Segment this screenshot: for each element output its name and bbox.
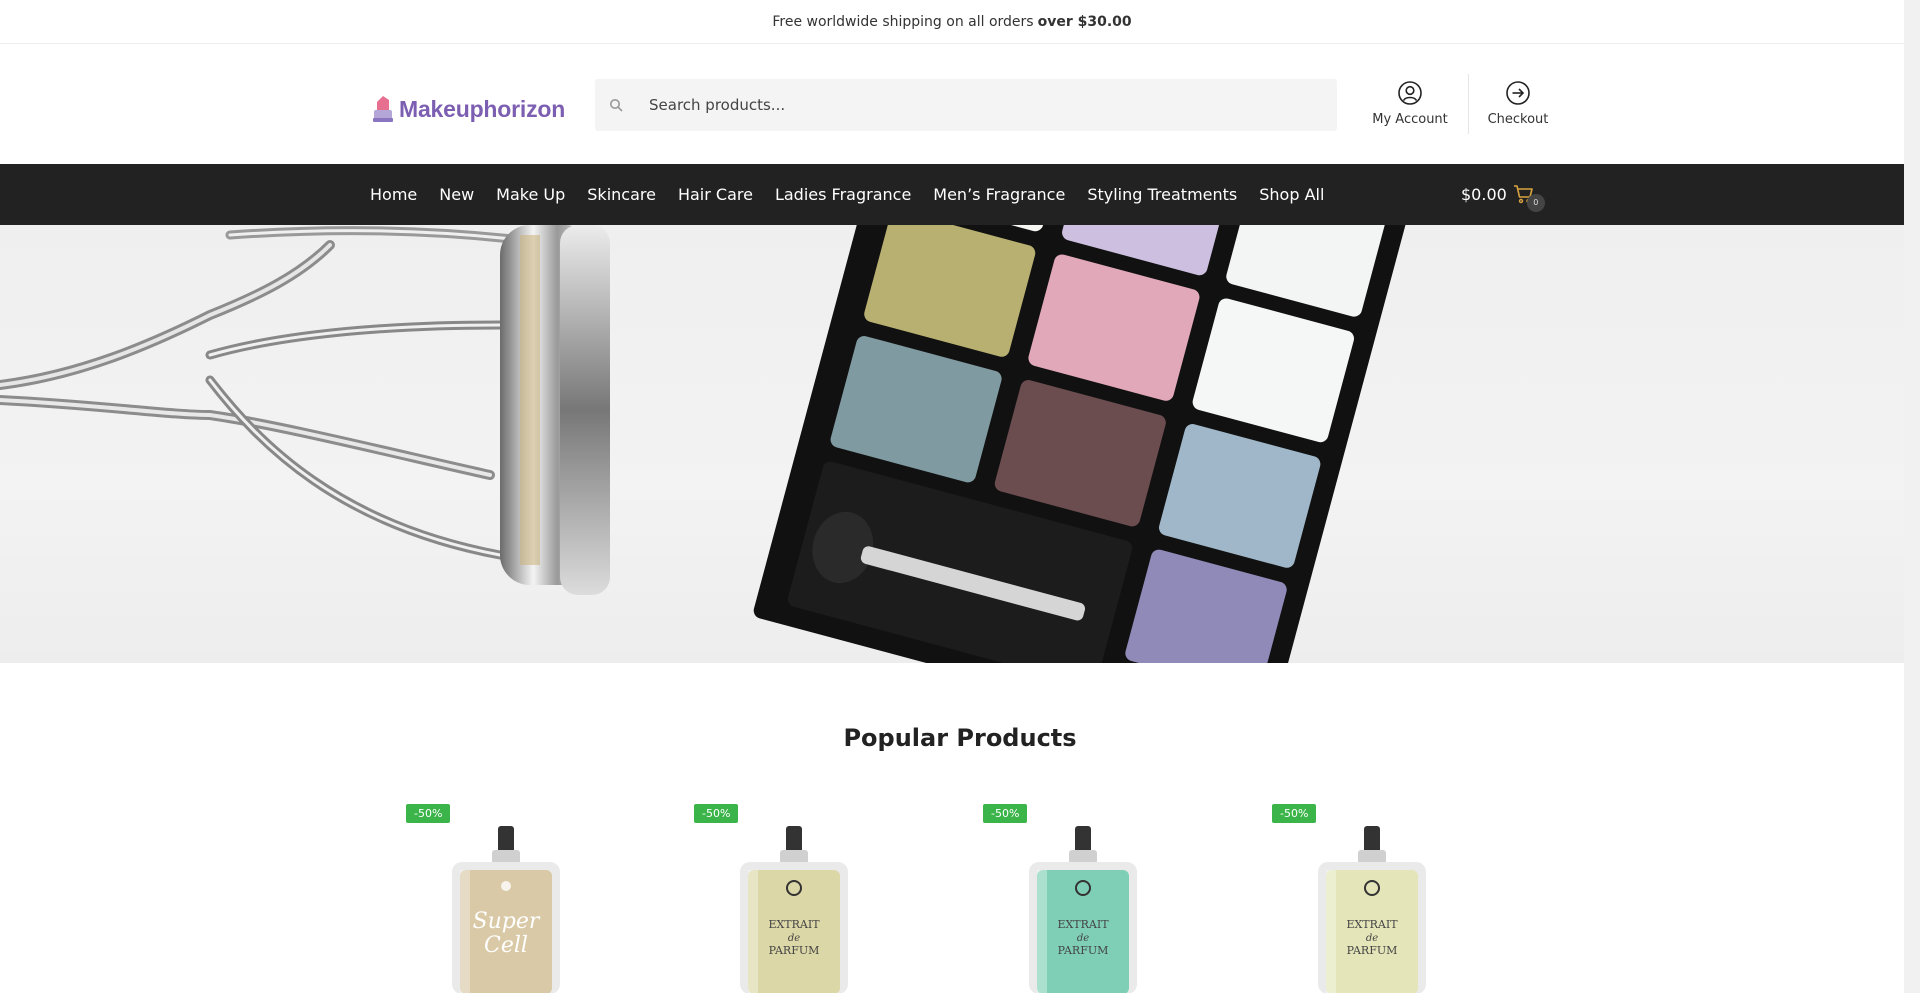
nav-item-new[interactable]: New [439, 185, 474, 204]
product-card[interactable]: -50% EXTRAIT de PARFUM [1272, 804, 1462, 993]
lipstick-logo-icon [373, 96, 393, 122]
site-logo[interactable]: Makeuphorizon [370, 94, 565, 124]
my-account-link[interactable]: My Account [1364, 80, 1456, 127]
svg-text:de: de [1077, 933, 1089, 944]
perfume-bottle-image: EXTRAIT de PARFUM [740, 826, 848, 993]
nav-item-skincare[interactable]: Skincare [587, 185, 656, 204]
svg-text:Cell: Cell [484, 933, 528, 958]
svg-text:PARFUM: PARFUM [1058, 944, 1109, 957]
logo-text: Makeuphorizon [399, 95, 566, 122]
perfume-bottle-image: Super Cell [452, 826, 560, 993]
announcement-bold-text: over $30.00 [1037, 13, 1132, 30]
eyelash-curler [0, 226, 565, 560]
product-card[interactable]: -50% EXTRAIT de PARFUM [983, 804, 1173, 993]
nav-item-mens-fragrance[interactable]: Men’s Fragrance [933, 185, 1065, 204]
bottle-label: Super [473, 909, 541, 934]
bottle-label: EXTRAIT [768, 918, 820, 931]
product-grid: -50% Super Cell -50% EXTRAIT de PARFUM -… [406, 804, 1506, 993]
announcement-bar: Free worldwide shipping on all orders ov… [0, 0, 1904, 44]
nav-menu: Home New Make Up Skincare Hair Care Ladi… [370, 164, 1346, 225]
page-scrollbar[interactable] [1904, 0, 1920, 993]
sale-badge: -50% [1272, 804, 1317, 823]
cart-count-badge: 0 [1526, 193, 1545, 212]
bottle-label: EXTRAIT [1346, 918, 1398, 931]
nav-item-shop-all[interactable]: Shop All [1259, 185, 1324, 204]
announcement-text: Free worldwide shipping on all orders [772, 13, 1034, 30]
section-title: Popular Products [843, 724, 1077, 752]
nav-item-home[interactable]: Home [370, 185, 417, 204]
product-card[interactable]: -50% Super Cell [406, 804, 596, 993]
search-bar[interactable] [595, 79, 1337, 131]
eyeshadow-palette [753, 225, 1413, 663]
svg-text:de: de [788, 933, 800, 944]
search-icon [609, 98, 649, 112]
page: Free worldwide shipping on all orders ov… [0, 0, 1920, 993]
header-divider [1468, 74, 1469, 134]
checkout-link[interactable]: Checkout [1472, 80, 1564, 127]
bottle-label: EXTRAIT [1057, 918, 1109, 931]
sale-badge: -50% [983, 804, 1028, 823]
checkout-label: Checkout [1487, 112, 1549, 127]
my-account-label: My Account [1372, 112, 1448, 127]
hero-banner [0, 225, 1904, 663]
site-header: Makeuphorizon My Account [0, 44, 1904, 164]
search-input[interactable] [649, 96, 1309, 114]
perfume-bottle-image: EXTRAIT de PARFUM [1029, 826, 1137, 993]
sale-badge: -50% [694, 804, 739, 823]
nav-item-ladies-fragrance[interactable]: Ladies Fragrance [775, 185, 911, 204]
sale-badge: -50% [406, 804, 451, 823]
arrow-right-circle-icon [1506, 81, 1530, 105]
svg-text:PARFUM: PARFUM [769, 944, 820, 957]
svg-text:de: de [1366, 933, 1378, 944]
product-card[interactable]: -50% EXTRAIT de PARFUM [694, 804, 884, 993]
cart-icon: 0 [1513, 183, 1545, 212]
cart-link[interactable]: $0.00 0 [1461, 164, 1545, 225]
nav-item-styling-treatments[interactable]: Styling Treatments [1087, 185, 1237, 204]
cart-total: $0.00 [1461, 185, 1507, 204]
main-nav: Home New Make Up Skincare Hair Care Ladi… [0, 164, 1904, 225]
svg-text:PARFUM: PARFUM [1347, 944, 1398, 957]
perfume-bottle-image: EXTRAIT de PARFUM [1318, 826, 1426, 993]
nav-item-make-up[interactable]: Make Up [496, 185, 565, 204]
nav-item-hair-care[interactable]: Hair Care [678, 185, 753, 204]
hero-image [0, 225, 1413, 663]
user-icon [1398, 81, 1422, 105]
